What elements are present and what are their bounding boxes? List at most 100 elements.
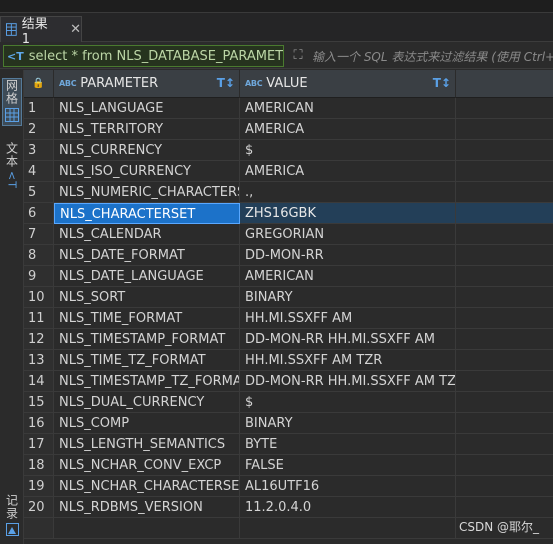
value-cell[interactable]: $ [240, 140, 456, 161]
parameter-cell[interactable]: NLS_TIMESTAMP_TZ_FORMAT [54, 371, 240, 392]
column-header-value[interactable]: ABC VALUE T↕ [240, 70, 456, 98]
row-number[interactable]: 1 [24, 98, 54, 119]
table-row[interactable]: 17 NLS_LENGTH_SEMANTICS BYTE [24, 434, 553, 455]
row-number[interactable]: 18 [24, 455, 54, 476]
parameter-cell[interactable]: NLS_TIMESTAMP_FORMAT [54, 329, 240, 350]
row-number[interactable]: 8 [24, 245, 54, 266]
parameter-cell[interactable]: NLS_LENGTH_SEMANTICS [54, 434, 240, 455]
empty-cell [24, 518, 54, 539]
table-row[interactable]: 19 NLS_NCHAR_CHARACTERSET AL16UTF16 [24, 476, 553, 497]
row-number[interactable]: 14 [24, 371, 54, 392]
parameter-cell[interactable]: NLS_NCHAR_CONV_EXCP [54, 455, 240, 476]
value-cell[interactable]: HH.MI.SSXFF AM TZR [240, 350, 456, 371]
row-number[interactable]: 9 [24, 266, 54, 287]
table-row[interactable]: 16 NLS_COMP BINARY [24, 413, 553, 434]
value-cell[interactable]: AMERICA [240, 119, 456, 140]
grid-icon [6, 23, 17, 36]
row-number[interactable]: 11 [24, 308, 54, 329]
tab-result-1[interactable]: 结果 1 ✕ [0, 16, 82, 47]
view-mode-sidebar: 网格 文本 <T 记录 [0, 70, 24, 544]
parameter-cell[interactable]: NLS_LANGUAGE [54, 98, 240, 119]
value-cell[interactable]: HH.MI.SSXFF AM [240, 308, 456, 329]
table-row[interactable]: 13 NLS_TIME_TZ_FORMAT HH.MI.SSXFF AM TZR [24, 350, 553, 371]
table-row[interactable]: 2 NLS_TERRITORY AMERICA [24, 119, 553, 140]
parameter-cell[interactable]: NLS_SORT [54, 287, 240, 308]
table-row[interactable]: 9 NLS_DATE_LANGUAGE AMERICAN [24, 266, 553, 287]
parameter-cell[interactable]: NLS_DATE_FORMAT [54, 245, 240, 266]
row-number[interactable]: 7 [24, 224, 54, 245]
row-number[interactable]: 19 [24, 476, 54, 497]
table-row[interactable]: 11 NLS_TIME_FORMAT HH.MI.SSXFF AM [24, 308, 553, 329]
value-cell[interactable]: $ [240, 392, 456, 413]
table-row[interactable]: 7 NLS_CALENDAR GREGORIAN [24, 224, 553, 245]
value-cell[interactable]: GREGORIAN [240, 224, 456, 245]
table-row[interactable]: 8 NLS_DATE_FORMAT DD-MON-RR [24, 245, 553, 266]
table-row[interactable]: 6 NLS_CHARACTERSET ZHS16GBK [24, 203, 553, 224]
parameter-cell[interactable]: NLS_ISO_CURRENCY [54, 161, 240, 182]
grid-view-button[interactable]: 网格 [2, 78, 22, 126]
row-number[interactable]: 10 [24, 287, 54, 308]
parameter-cell[interactable]: NLS_DATE_LANGUAGE [54, 266, 240, 287]
value-cell[interactable]: AMERICAN [240, 266, 456, 287]
row-number[interactable]: 5 [24, 182, 54, 203]
table-row[interactable]: 14 NLS_TIMESTAMP_TZ_FORMAT DD-MON-RR HH.MI… [24, 371, 553, 392]
record-view-label: 记录 [4, 494, 19, 520]
value-cell[interactable]: AMERICA [240, 161, 456, 182]
value-cell[interactable]: FALSE [240, 455, 456, 476]
value-cell[interactable]: ZHS16GBK [240, 203, 456, 224]
value-cell[interactable]: AL16UTF16 [240, 476, 456, 497]
close-icon[interactable]: ✕ [70, 22, 81, 37]
parameter-cell[interactable]: NLS_RDBMS_VERSION [54, 497, 240, 518]
parameter-cell[interactable]: NLS_TIME_FORMAT [54, 308, 240, 329]
table-row[interactable]: 20 NLS_RDBMS_VERSION 11.2.0.4.0 [24, 497, 553, 518]
row-number[interactable]: 20 [24, 497, 54, 518]
empty-cell [456, 98, 553, 119]
row-number[interactable]: 4 [24, 161, 54, 182]
sql-query-display[interactable]: <T select * from NLS_DATABASE_PARAMETERS [3, 45, 284, 67]
row-number[interactable]: 16 [24, 413, 54, 434]
table-row[interactable]: 10 NLS_SORT BINARY [24, 287, 553, 308]
parameter-cell[interactable]: NLS_CHARACTERSET [54, 203, 240, 224]
table-row[interactable]: 12 NLS_TIMESTAMP_FORMAT DD-MON-RR HH.MI.SS… [24, 329, 553, 350]
table-row[interactable]: 4 NLS_ISO_CURRENCY AMERICA [24, 161, 553, 182]
parameter-cell[interactable]: NLS_TIME_TZ_FORMAT [54, 350, 240, 371]
value-cell[interactable]: 11.2.0.4.0 [240, 497, 456, 518]
row-number[interactable]: 2 [24, 119, 54, 140]
value-cell[interactable]: BINARY [240, 287, 456, 308]
parameter-cell[interactable]: NLS_CURRENCY [54, 140, 240, 161]
value-cell[interactable]: AMERICAN [240, 98, 456, 119]
row-number[interactable]: 6 [24, 203, 54, 224]
row-number[interactable]: 17 [24, 434, 54, 455]
table-row[interactable]: 1 NLS_LANGUAGE AMERICAN [24, 98, 553, 119]
value-cell[interactable]: DD-MON-RR [240, 245, 456, 266]
row-number[interactable]: 13 [24, 350, 54, 371]
expand-icon[interactable]: ⛶ [289, 47, 307, 65]
filter-sort-icon[interactable]: T↕ [433, 76, 451, 90]
column-label: PARAMETER [80, 76, 159, 91]
text-view-button[interactable]: 文本 <T [2, 142, 22, 190]
filter-sort-icon[interactable]: T↕ [217, 76, 235, 90]
parameter-cell[interactable]: NLS_DUAL_CURRENCY [54, 392, 240, 413]
value-cell[interactable]: DD-MON-RR HH.MI.SSXFF AM [240, 329, 456, 350]
table-row[interactable]: 3 NLS_CURRENCY $ [24, 140, 553, 161]
grid-view-label: 网格 [4, 79, 19, 105]
table-row[interactable]: 15 NLS_DUAL_CURRENCY $ [24, 392, 553, 413]
record-view-button[interactable]: 记录 [2, 494, 22, 540]
column-header-parameter[interactable]: ABC PARAMETER T↕ [54, 70, 240, 98]
parameter-cell[interactable]: NLS_TERRITORY [54, 119, 240, 140]
value-cell[interactable]: DD-MON-RR HH.MI.SSXFF AM TZR [240, 371, 456, 392]
filter-input[interactable]: 输入一个 SQL 表达式来过滤结果 (使用 Ctrl+ [312, 48, 553, 65]
parameter-cell[interactable]: NLS_COMP [54, 413, 240, 434]
row-number[interactable]: 12 [24, 329, 54, 350]
row-number[interactable]: 3 [24, 140, 54, 161]
value-cell[interactable]: BYTE [240, 434, 456, 455]
parameter-cell[interactable]: NLS_NCHAR_CHARACTERSET [54, 476, 240, 497]
table-row[interactable]: 5 NLS_NUMERIC_CHARACTERS., [24, 182, 553, 203]
value-cell[interactable]: BINARY [240, 413, 456, 434]
parameter-cell[interactable]: NLS_CALENDAR [54, 224, 240, 245]
row-number[interactable]: 15 [24, 392, 54, 413]
parameter-cell[interactable]: NLS_NUMERIC_CHARACTERS [54, 182, 240, 203]
table-row[interactable]: 18 NLS_NCHAR_CONV_EXCP FALSE [24, 455, 553, 476]
text-view-label: 文本 [4, 142, 19, 168]
value-cell[interactable]: ., [240, 182, 456, 203]
